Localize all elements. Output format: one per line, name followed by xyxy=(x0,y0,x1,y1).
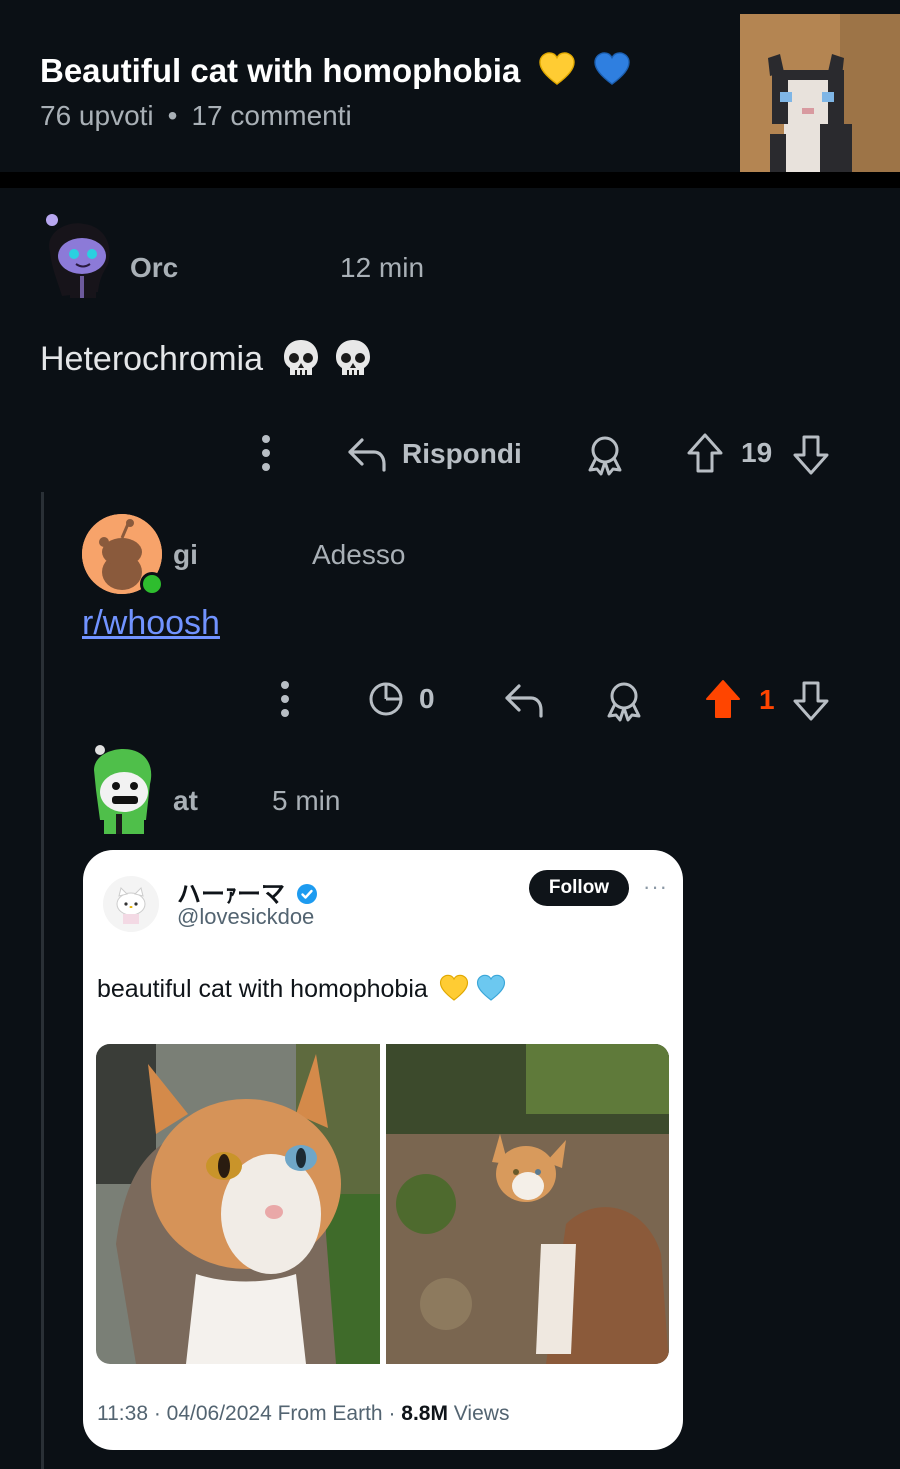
meta-separator: • xyxy=(167,100,178,131)
more-vertical-icon xyxy=(262,435,270,471)
post-thumbnail[interactable] xyxy=(740,14,900,172)
downvote-icon xyxy=(793,435,829,475)
avatar[interactable] xyxy=(82,514,164,596)
post-meta: 76 upvoti • 17 commenti xyxy=(40,100,352,132)
online-status-dot xyxy=(140,572,164,596)
upvote-count: 76 upvoti xyxy=(40,100,154,131)
post-title[interactable]: Beautiful cat with homophobia xyxy=(40,52,631,90)
tweet-text: beautiful cat with homophobia xyxy=(97,974,506,1004)
skull-icon xyxy=(284,340,319,375)
comment-username[interactable]: at xyxy=(173,785,198,817)
yellow-heart-icon xyxy=(439,974,468,1001)
embedded-tweet-image[interactable]: ハーｧーマ @lovesickdoe Follow ··· beautiful … xyxy=(83,850,683,1450)
upvote-button[interactable] xyxy=(686,432,724,474)
follow-button[interactable]: Follow xyxy=(529,870,629,906)
cat-closeup-image xyxy=(96,1044,380,1364)
post-header: Beautiful cat with homophobia 76 upvoti •… xyxy=(0,0,900,172)
subreddit-link[interactable]: r/whoosh xyxy=(82,604,220,643)
tweet-views-count: 8.8M xyxy=(401,1402,448,1425)
comment-time: 12 min xyxy=(340,252,425,283)
comment-username[interactable]: gi xyxy=(173,539,198,571)
pixel-cat-image xyxy=(740,14,900,172)
tweet-timestamp: 11:38 · 04/06/2024 From Earth · xyxy=(97,1402,402,1425)
award-button[interactable] xyxy=(603,680,645,722)
more-options-button[interactable] xyxy=(277,680,293,718)
comment-time: Adesso xyxy=(312,539,406,570)
comment-time: 5 min xyxy=(272,785,341,816)
more-options-icon[interactable]: ··· xyxy=(643,874,668,900)
avatar[interactable] xyxy=(40,212,118,302)
snoo-avatar-image xyxy=(46,214,110,298)
award-icon xyxy=(607,682,641,722)
more-options-button[interactable] xyxy=(258,434,274,472)
snoo-avatar-image xyxy=(94,745,152,834)
views-count: 0 xyxy=(419,683,435,714)
reply-button[interactable] xyxy=(503,680,545,720)
comment-body: Heterochromia xyxy=(40,338,372,379)
upvote-button-active[interactable] xyxy=(704,678,742,720)
skull-icon xyxy=(335,340,370,375)
vote-score: 19 xyxy=(741,437,773,468)
upvote-icon xyxy=(706,680,740,718)
header-divider xyxy=(0,172,900,188)
downvote-icon xyxy=(793,681,829,721)
reply-button[interactable]: Rispondi xyxy=(346,434,522,474)
comment-username[interactable]: Orc xyxy=(130,252,178,284)
award-icon xyxy=(588,436,622,476)
tweet-text-content: beautiful cat with homophobia xyxy=(97,975,428,1003)
vote-score: 1 xyxy=(759,684,775,715)
upvote-icon xyxy=(687,433,723,473)
views-button[interactable]: 0 xyxy=(367,680,435,718)
more-vertical-icon xyxy=(281,681,289,717)
views-icon xyxy=(369,682,403,716)
cat-fullbody-image xyxy=(386,1044,669,1364)
hello-kitty-avatar-icon xyxy=(116,887,146,924)
tweet-footer: 11:38 · 04/06/2024 From Earth · 8.8M Vie… xyxy=(97,1402,509,1426)
post-title-text: Beautiful cat with homophobia xyxy=(40,52,521,89)
cat-closeup-photo[interactable] xyxy=(96,1044,380,1364)
tweet-views-label: Views xyxy=(447,1402,510,1425)
tweet-handle[interactable]: @lovesickdoe xyxy=(177,904,314,930)
cat-fullbody-photo[interactable] xyxy=(386,1044,669,1364)
reply-label: Rispondi xyxy=(402,438,522,469)
blue-heart-icon xyxy=(593,52,630,85)
reply-icon xyxy=(348,438,386,472)
avatar[interactable] xyxy=(86,740,158,836)
verified-icon xyxy=(296,884,317,904)
yellow-heart-icon xyxy=(538,52,575,85)
award-button[interactable] xyxy=(584,434,626,476)
comment-text: Heterochromia xyxy=(40,340,263,378)
downvote-button[interactable] xyxy=(792,434,830,476)
thread-line[interactable] xyxy=(41,492,44,1469)
reply-icon xyxy=(505,684,543,718)
tweet-avatar xyxy=(103,876,159,932)
downvote-button[interactable] xyxy=(792,680,830,722)
light-blue-heart-icon xyxy=(476,974,505,1001)
comment-count: 17 commenti xyxy=(191,100,352,131)
